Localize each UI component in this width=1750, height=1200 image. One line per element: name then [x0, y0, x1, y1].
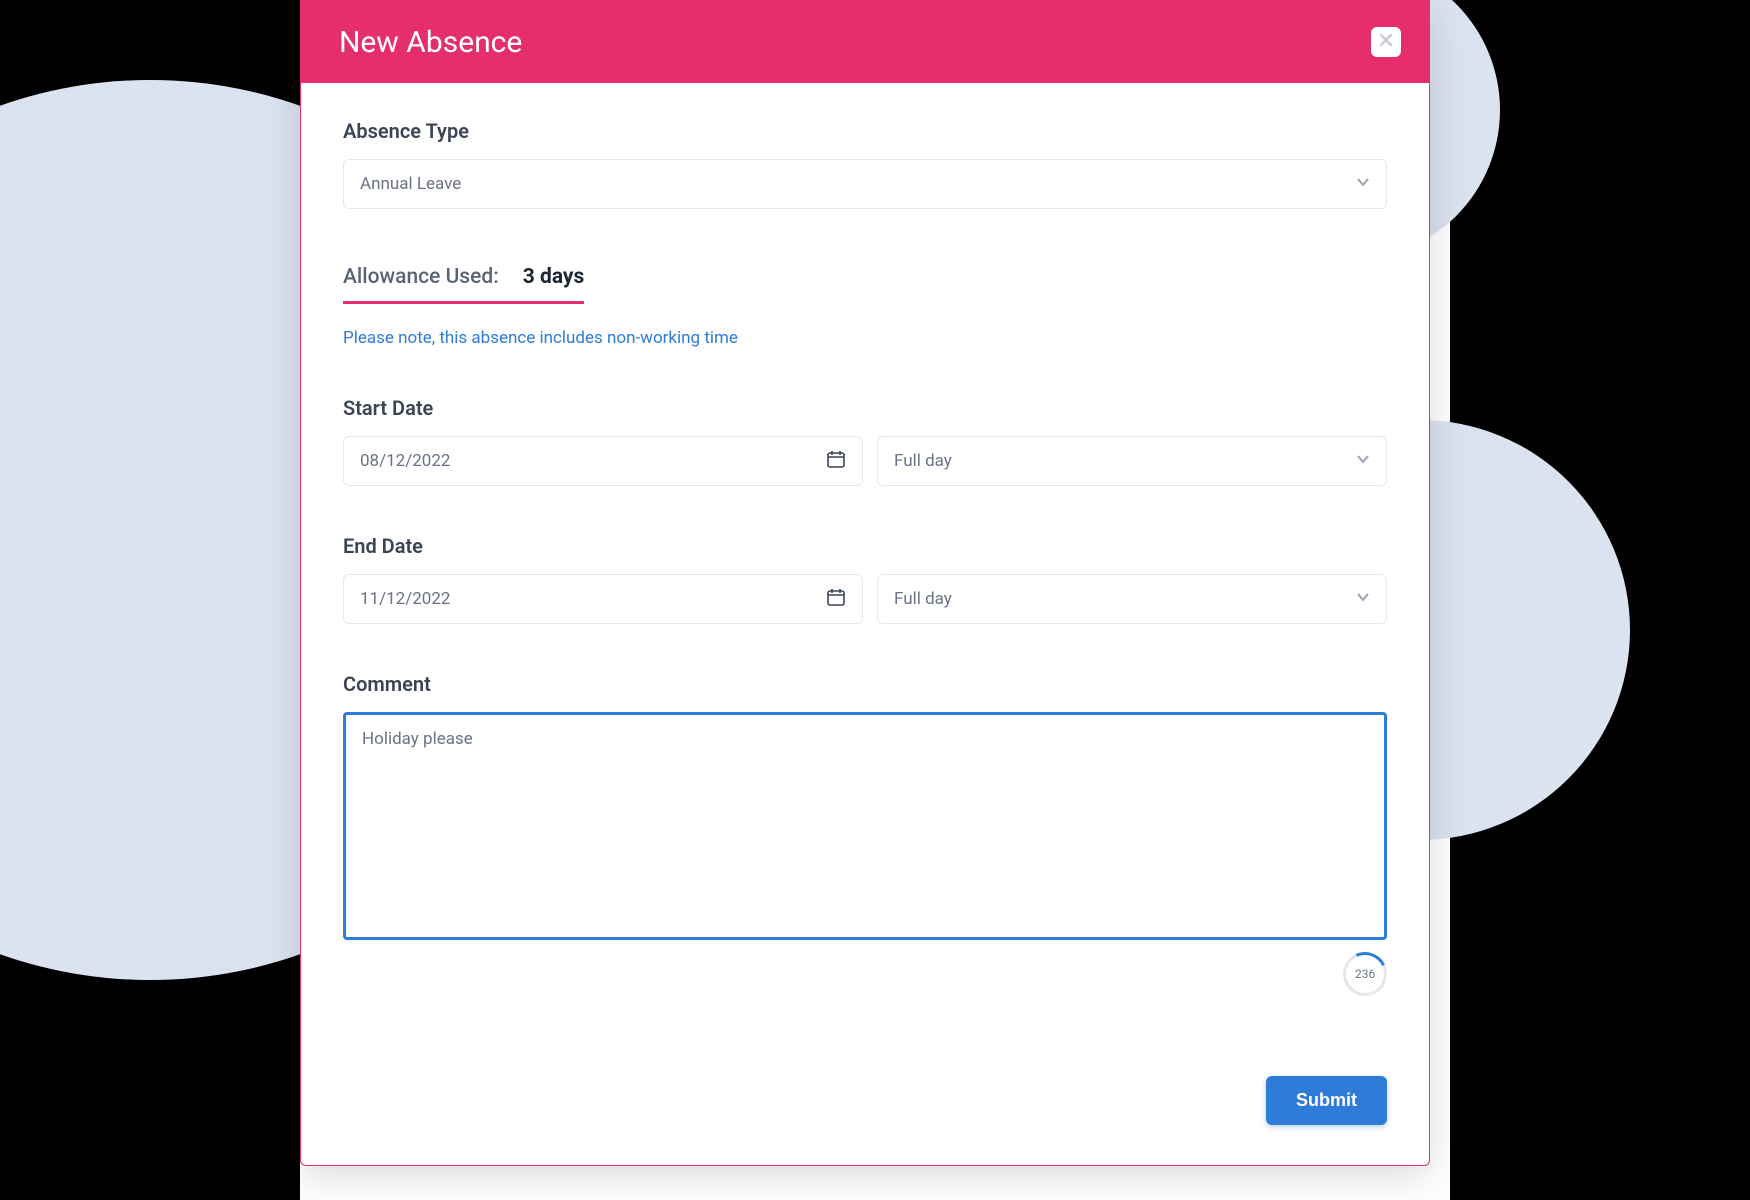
- end-date-section: End Date 11/12/2022 Full day: [343, 534, 1387, 624]
- modal-header: New Absence: [301, 1, 1429, 83]
- start-date-daypart-select[interactable]: Full day: [877, 436, 1387, 486]
- allowance-used-row: Allowance Used: 3 days: [343, 265, 584, 304]
- end-date-daypart-select[interactable]: Full day: [877, 574, 1387, 624]
- chevron-down-icon: [1356, 174, 1370, 194]
- character-counter: 236: [1337, 946, 1393, 1002]
- start-date-daypart-value: Full day: [894, 451, 952, 471]
- modal-title: New Absence: [339, 25, 522, 60]
- close-button[interactable]: [1371, 27, 1401, 57]
- end-date-label: End Date: [343, 534, 1387, 558]
- absence-type-label: Absence Type: [343, 119, 1387, 143]
- calendar-icon: [826, 587, 846, 612]
- end-date-daypart-value: Full day: [894, 589, 952, 609]
- start-date-label: Start Date: [343, 396, 1387, 420]
- end-date-value: 11/12/2022: [360, 589, 450, 609]
- allowance-used-value: 3 days: [523, 265, 585, 289]
- absence-type-value: Annual Leave: [360, 174, 461, 194]
- modal-footer: Submit: [343, 1076, 1387, 1125]
- allowance-used-label: Allowance Used:: [343, 265, 499, 289]
- modal-body: Absence Type Annual Leave Allowance Used…: [301, 83, 1429, 1165]
- comment-section: Comment 236: [343, 672, 1387, 996]
- non-working-time-note: Please note, this absence includes non-w…: [343, 328, 1387, 348]
- comment-label: Comment: [343, 672, 1387, 696]
- new-absence-modal: New Absence Absence Type Annual Leave Al…: [300, 0, 1430, 1166]
- start-date-value: 08/12/2022: [360, 451, 450, 471]
- start-date-section: Start Date 08/12/2022 Full day: [343, 396, 1387, 486]
- calendar-icon: [826, 449, 846, 474]
- close-icon: [1378, 32, 1394, 52]
- end-date-input[interactable]: 11/12/2022: [343, 574, 863, 624]
- chevron-down-icon: [1356, 589, 1370, 609]
- submit-button[interactable]: Submit: [1266, 1076, 1387, 1125]
- character-counter-value: 236: [1355, 967, 1375, 981]
- absence-type-select[interactable]: Annual Leave: [343, 159, 1387, 209]
- comment-textarea[interactable]: [343, 712, 1387, 940]
- start-date-input[interactable]: 08/12/2022: [343, 436, 863, 486]
- chevron-down-icon: [1356, 451, 1370, 471]
